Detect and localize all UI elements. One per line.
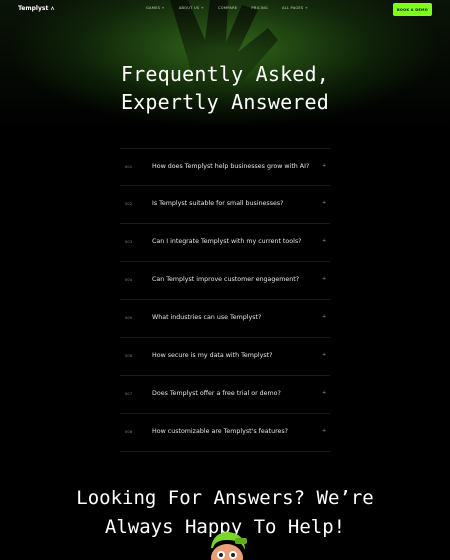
faq-question: How secure is my data with Templyst? [152, 352, 273, 359]
faq-list: 001 How does Templyst help businesses gr… [120, 148, 330, 452]
faq-number: 007 [125, 392, 133, 396]
faq-question: Can Templyst improve customer engagement… [152, 276, 300, 283]
plus-icon[interactable]: + [322, 238, 326, 244]
hero-title-line1: Frequently Asked, [120, 62, 330, 86]
faq-question: How does Templyst help businesses grow w… [152, 163, 310, 170]
faq-item-8[interactable]: 008 How customizable are Templyst's feat… [120, 414, 330, 452]
plus-icon[interactable]: + [322, 163, 326, 169]
faq-number: 008 [125, 430, 133, 434]
logo-text: Templyst [18, 5, 49, 12]
top-nav: Templyst GAMES + ABOUT US + COMPARE PRIC… [0, 0, 450, 20]
nav-link-pricing[interactable]: PRICING [251, 6, 268, 10]
nav-link-compare[interactable]: COMPARE [218, 6, 237, 10]
logo[interactable]: Templyst [18, 5, 55, 12]
faq-number: 004 [125, 278, 133, 282]
faq-item-5[interactable]: 005 What industries can use Templyst? + [120, 300, 330, 338]
plus-icon[interactable]: + [322, 200, 326, 206]
logo-mark-icon [51, 6, 55, 11]
faq-question: What industries can use Templyst? [152, 314, 262, 321]
faq-question: Can I integrate Templyst with my current… [152, 238, 302, 245]
plus-icon[interactable]: + [322, 314, 326, 320]
book-demo-button[interactable]: BOOK A DEMO [393, 3, 432, 16]
faq-item-2[interactable]: 002 Is Templyst suitable for small busin… [120, 186, 330, 224]
nav-links: GAMES + ABOUT US + COMPARE PRICING ALL P… [146, 6, 308, 10]
page-title: Frequently Asked, Expertly Answered [0, 60, 450, 116]
faq-number: 003 [125, 240, 133, 244]
faq-number: 006 [125, 354, 133, 358]
faq-question: Does Templyst offer a free trial or demo… [152, 390, 281, 397]
avatar-3d [211, 532, 247, 560]
hero-title-line2: Expertly Answered [120, 90, 330, 114]
plus-icon[interactable]: + [322, 428, 326, 434]
faq-item-1[interactable]: 001 How does Templyst help businesses gr… [120, 148, 330, 186]
faq-number: 001 [125, 165, 133, 169]
plus-icon[interactable]: + [322, 390, 326, 396]
faq-number: 002 [125, 202, 133, 206]
plus-icon[interactable]: + [322, 352, 326, 358]
faq-question: Is Templyst suitable for small businesse… [152, 200, 284, 207]
faq-item-7[interactable]: 007 Does Templyst offer a free trial or … [120, 376, 330, 414]
plus-icon[interactable]: + [322, 276, 326, 282]
faq-number: 005 [125, 316, 133, 320]
faq-item-3[interactable]: 003 Can I integrate Templyst with my cur… [120, 224, 330, 262]
nav-link-games[interactable]: GAMES + [146, 6, 165, 10]
faq-item-4[interactable]: 004 Can Templyst improve customer engage… [120, 262, 330, 300]
cta-title-line1: Looking For Answers? We’re [76, 487, 374, 509]
faq-question: How customizable are Templyst's features… [152, 428, 289, 435]
nav-link-all-pages[interactable]: ALL PAGES + [282, 6, 308, 10]
faq-item-6[interactable]: 006 How secure is my data with Templyst?… [120, 338, 330, 376]
nav-link-about-us[interactable]: ABOUT US + [179, 6, 204, 10]
